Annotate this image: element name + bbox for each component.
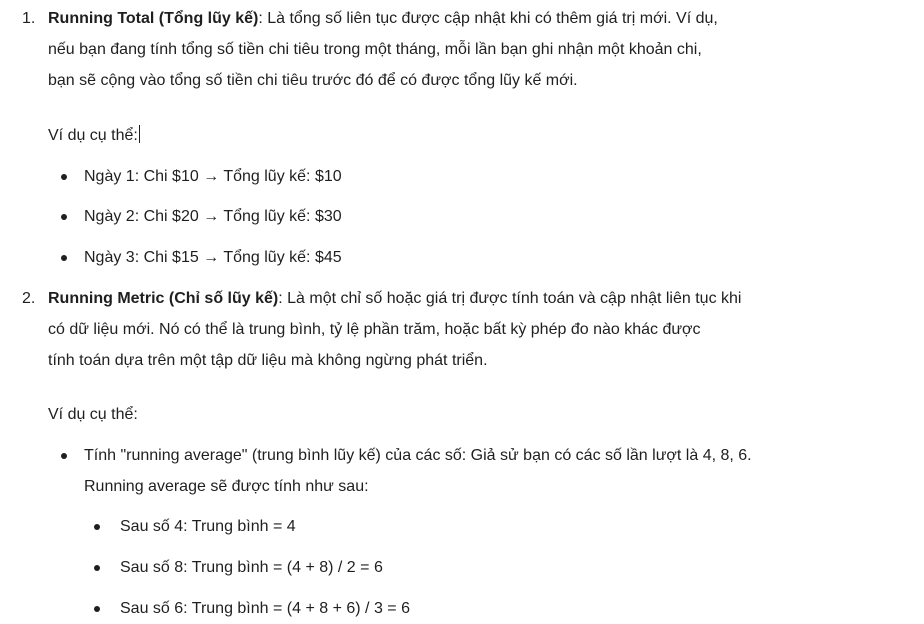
list-item: Sau số 8: Trung bình = (4 + 8) / 2 = 6: [120, 559, 383, 576]
bullet-icon: [94, 606, 100, 612]
text-line: : Là tổng số liên tục được cập nhật khi …: [258, 10, 718, 27]
term-running-total: Running Total (Tổng lũy kế): [48, 10, 259, 27]
text-line: : Là một chỉ số hoặc giá trị được tính t…: [278, 290, 742, 307]
list-number: 2.: [22, 290, 36, 307]
text-line: Tính "running average" (trung bình lũy k…: [84, 447, 752, 464]
list-item: Sau số 6: Trung bình = (4 + 8 + 6) / 3 =…: [120, 600, 410, 617]
bullet-icon: [61, 214, 67, 220]
text-line: tính toán dựa trên một tập dữ liệu mà kh…: [48, 352, 488, 369]
list-item: Ngày 3: Chi $15 → Tổng lũy kế: $45: [84, 249, 342, 266]
bullet-icon: [94, 565, 100, 571]
text-line: bạn sẽ cộng vào tổng số tiền chi tiêu tr…: [48, 72, 578, 89]
text-line: có dữ liệu mới. Nó có thể là trung bình,…: [48, 321, 701, 338]
example-label: Ví dụ cụ thể:: [48, 125, 140, 144]
list-item-text: Running Metric (Chỉ số lũy kế): Là một c…: [48, 283, 828, 376]
list-number: 1.: [22, 10, 36, 27]
bullet-icon: [61, 453, 67, 459]
text-line: Running average sẽ được tính như sau:: [84, 478, 369, 495]
text-caret: [138, 125, 140, 143]
list-item: Ngày 1: Chi $10 → Tổng lũy kế: $10: [84, 168, 342, 185]
list-item: Tính "running average" (trung bình lũy k…: [84, 440, 752, 502]
bullet-icon: [61, 174, 67, 180]
list-item: Ngày 2: Chi $20 → Tổng lũy kế: $30: [84, 208, 342, 225]
term-running-metric: Running Metric (Chỉ số lũy kế): [48, 290, 279, 307]
text-line: nếu bạn đang tính tổng số tiền chi tiêu …: [48, 41, 702, 58]
bullet-icon: [94, 524, 100, 530]
example-label: Ví dụ cụ thể:: [48, 406, 138, 423]
list-item-text: Running Total (Tổng lũy kế): Là tổng số …: [48, 3, 828, 96]
list-item: Sau số 4: Trung bình = 4: [120, 518, 296, 535]
bullet-icon: [61, 255, 67, 261]
